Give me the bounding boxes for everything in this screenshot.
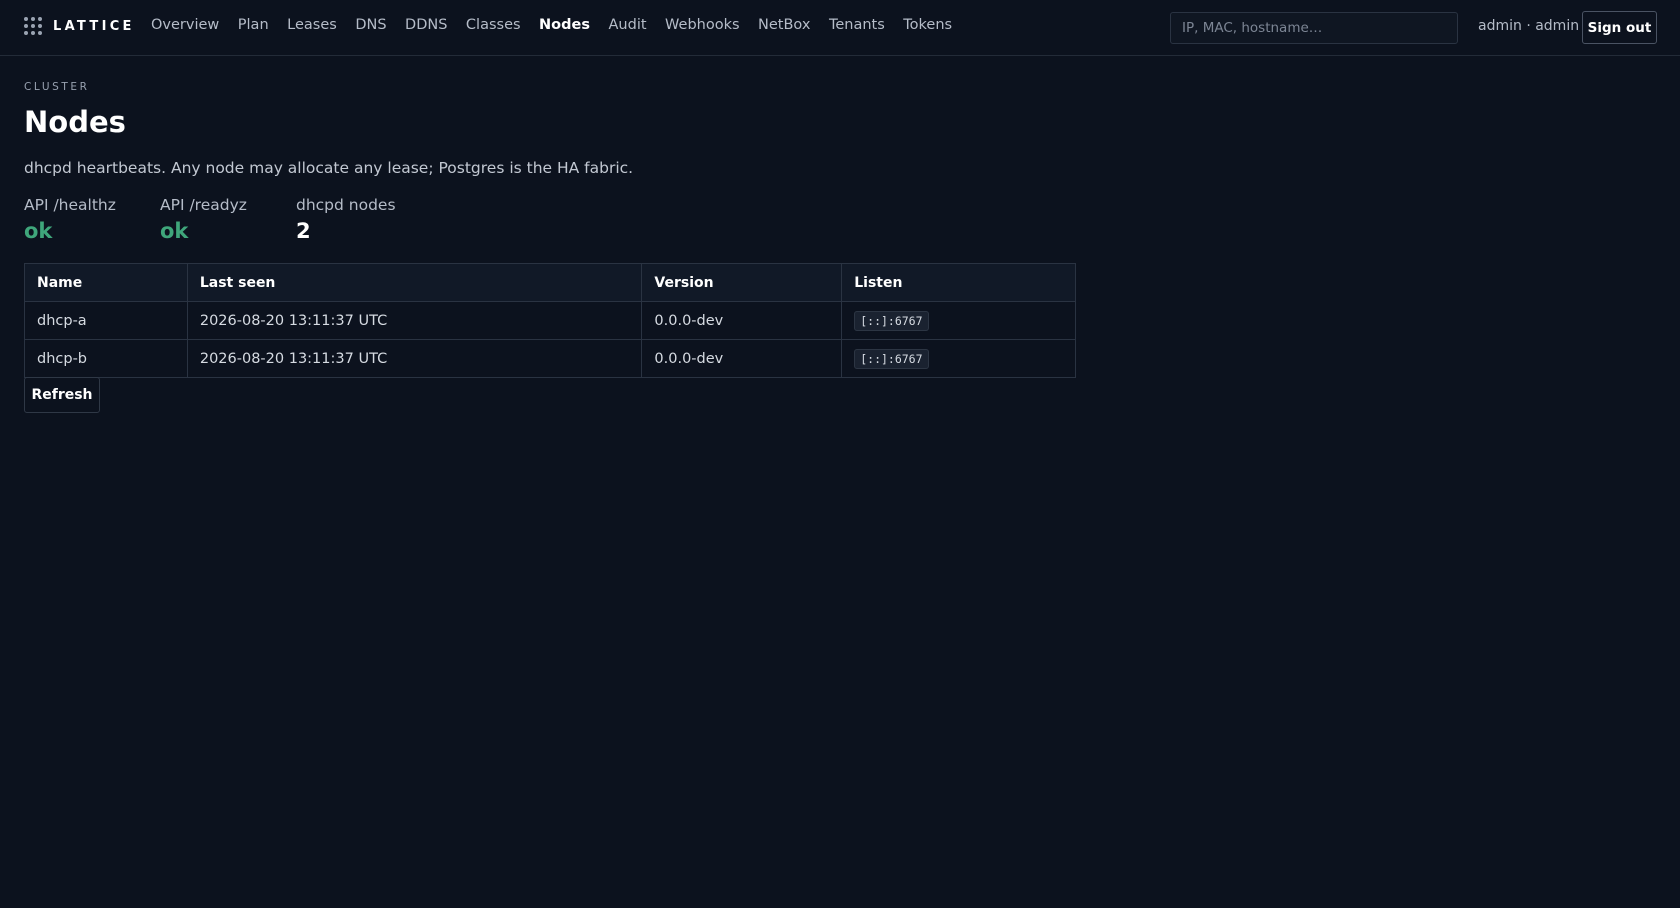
nav-item-classes[interactable]: Classes (466, 17, 521, 33)
nav-item-ddns[interactable]: DDNS (405, 17, 447, 33)
user-label: admin · admin (1478, 18, 1580, 34)
refresh-button[interactable]: Refresh (24, 377, 100, 413)
top-navigation-bar: LATTICE Overview Plan Leases DNS DDNS Cl… (0, 0, 1680, 56)
nav-item-tenants[interactable]: Tenants (829, 17, 885, 33)
table-row[interactable]: dhcp-b 2026-08-20 13:11:37 UTC 0.0.0-dev… (24, 339, 1076, 378)
sign-out-button[interactable]: Sign out (1582, 11, 1657, 44)
cell-name: dhcp-b (24, 339, 188, 378)
nodes-table: Name Last seen Version Listen dhcp-a 202… (24, 263, 1076, 378)
cell-listen: [::]:6767 (841, 301, 1076, 340)
table-row[interactable]: dhcp-a 2026-08-20 13:11:37 UTC 0.0.0-dev… (24, 301, 1076, 340)
brand[interactable]: LATTICE (24, 16, 135, 36)
grid-dots-icon (24, 17, 42, 35)
cell-version: 0.0.0-dev (641, 301, 843, 340)
column-header-listen[interactable]: Listen (841, 263, 1076, 302)
nav-item-tokens[interactable]: Tokens (903, 17, 952, 33)
cell-version: 0.0.0-dev (641, 339, 843, 378)
stat-healthz: API /healthz ok (24, 196, 116, 243)
cell-name: dhcp-a (24, 301, 188, 340)
column-header-version[interactable]: Version (641, 263, 843, 302)
stat-dhcpd-nodes: dhcpd nodes 2 (296, 196, 396, 243)
brand-name: LATTICE (53, 18, 135, 34)
stat-value: ok (160, 219, 189, 243)
nav-item-plan[interactable]: Plan (238, 17, 269, 33)
page-subtitle: dhcpd heartbeats. Any node may allocate … (24, 159, 634, 177)
nav-item-nodes[interactable]: Nodes (539, 17, 590, 33)
stat-readyz: API /readyz ok (160, 196, 247, 243)
column-header-last-seen[interactable]: Last seen (186, 263, 643, 302)
main-nav: Overview Plan Leases DNS DDNS Classes No… (151, 17, 971, 33)
cell-last-seen: 2026-08-20 13:11:37 UTC (186, 301, 643, 340)
listen-address: [::]:6767 (854, 310, 929, 331)
cell-last-seen: 2026-08-20 13:11:37 UTC (186, 339, 643, 378)
nav-item-audit[interactable]: Audit (609, 17, 647, 33)
nav-item-dns[interactable]: DNS (355, 17, 386, 33)
search-input[interactable] (1170, 12, 1458, 44)
nav-item-overview[interactable]: Overview (151, 17, 219, 33)
nav-item-webhooks[interactable]: Webhooks (665, 17, 740, 33)
stat-label: API /healthz (24, 196, 116, 214)
table-header-row: Name Last seen Version Listen (24, 263, 1076, 302)
listen-address: [::]:6767 (854, 348, 929, 369)
page-title: Nodes (24, 105, 126, 139)
stat-value: 2 (296, 219, 311, 243)
section-eyebrow: CLUSTER (24, 81, 90, 93)
nav-item-netbox[interactable]: NetBox (758, 17, 810, 33)
cell-listen: [::]:6767 (841, 339, 1076, 378)
nav-item-leases[interactable]: Leases (287, 17, 337, 33)
stat-value: ok (24, 219, 53, 243)
stat-label: dhcpd nodes (296, 196, 396, 214)
stat-label: API /readyz (160, 196, 247, 214)
column-header-name[interactable]: Name (24, 263, 188, 302)
